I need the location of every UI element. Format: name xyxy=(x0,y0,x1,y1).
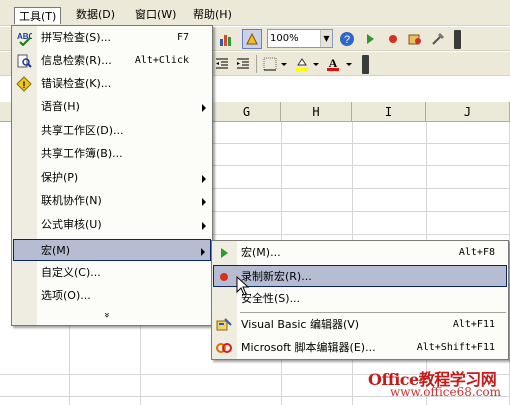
grid-line xyxy=(210,211,510,212)
spell-check-icon: ABC xyxy=(16,30,32,46)
menu-window[interactable]: 窗口(W) xyxy=(131,6,180,23)
chevron-down-icon[interactable] xyxy=(279,54,289,74)
borders-icon[interactable] xyxy=(260,54,280,74)
fill-color-icon[interactable] xyxy=(292,54,312,74)
error-check-icon: ! xyxy=(16,76,32,92)
menu-item-error-check[interactable]: ! 错误检查(K)... xyxy=(13,73,211,95)
watermark-url: www.office68.com xyxy=(390,385,502,399)
chart-icon[interactable] xyxy=(216,29,236,49)
menu-item-options[interactable]: 选项(O)... xyxy=(13,285,211,307)
watermark-logo: Office教程学习网 www.office68.com xyxy=(368,366,508,402)
zoom-select[interactable]: 100% ▼ xyxy=(267,29,333,48)
decrease-indent-icon[interactable] xyxy=(212,54,232,74)
svg-text:!: ! xyxy=(23,80,26,90)
record-icon xyxy=(217,269,233,285)
menu-item-online-collaboration[interactable]: 联机协作(N) xyxy=(13,190,211,212)
submenu-arrow-icon xyxy=(202,198,206,206)
menu-bar: 工具(T) 数据(D) 窗口(W) 帮助(H) xyxy=(0,0,510,26)
record-macro-icon[interactable] xyxy=(383,29,403,49)
column-header[interactable]: G xyxy=(213,102,281,122)
grid-line xyxy=(210,143,510,144)
submenu-arrow-icon xyxy=(201,248,205,256)
tools-icon[interactable] xyxy=(428,29,448,49)
grid-line xyxy=(210,234,510,235)
menu-item-customize[interactable]: 自定义(C)... xyxy=(13,262,211,284)
chevron-down-icon[interactable] xyxy=(311,54,321,74)
help-icon[interactable]: ? xyxy=(337,29,357,49)
menu-item-formula-auditing[interactable]: 公式审核(U) xyxy=(13,214,211,236)
menu-separator xyxy=(240,312,506,313)
menu-item-speech[interactable]: 语音(H) xyxy=(13,96,211,118)
run-icon[interactable] xyxy=(360,29,380,49)
menu-item-macro[interactable]: 宏(M) xyxy=(13,239,211,261)
font-color-icon[interactable]: A xyxy=(323,54,343,74)
security-icon[interactable] xyxy=(405,29,425,49)
increase-indent-icon[interactable] xyxy=(233,54,253,74)
toolbar-separator xyxy=(256,55,257,73)
vb-editor-icon xyxy=(216,317,232,333)
menu-item-protection[interactable]: 保护(P) xyxy=(13,167,211,189)
toolbar-options-icon[interactable] xyxy=(454,30,461,49)
column-header[interactable]: J xyxy=(426,102,510,122)
menu-help[interactable]: 帮助(H) xyxy=(189,6,236,23)
mouse-cursor-icon xyxy=(236,275,250,299)
menu-item-shared-workspace[interactable]: 共享工作区(D)... xyxy=(13,120,211,142)
menu-item-script-editor[interactable]: Microsoft 脚本编辑器(E)... Alt+Shift+F11 xyxy=(213,337,507,359)
macro-submenu: 宏(M)... Alt+F8 录制新宏(R)... 安全性(S)... Visu… xyxy=(211,240,509,360)
menu-item-macros[interactable]: 宏(M)... Alt+F8 xyxy=(213,242,507,264)
grid-line xyxy=(0,396,210,397)
menu-data[interactable]: 数据(D) xyxy=(72,6,119,23)
menu-item-security[interactable]: 安全性(S)... xyxy=(213,288,507,310)
drawing-icon[interactable] xyxy=(242,29,262,49)
menu-item-vb-editor[interactable]: Visual Basic 编辑器(V) Alt+F11 xyxy=(213,314,507,336)
menu-item-research[interactable]: 信息检索(R)... Alt+Click xyxy=(13,50,211,72)
chevron-down-icon[interactable]: ▼ xyxy=(320,30,332,47)
menu-expand-button[interactable]: » xyxy=(13,306,211,324)
grid-line xyxy=(210,188,510,189)
toolbar-options-icon[interactable] xyxy=(362,55,369,74)
column-header[interactable]: H xyxy=(281,102,352,122)
play-macro-icon xyxy=(216,245,232,261)
submenu-arrow-icon xyxy=(202,175,206,183)
menu-item-record-new-macro[interactable]: 录制新宏(R)... xyxy=(213,265,507,287)
submenu-arrow-icon xyxy=(202,222,206,230)
zoom-value: 100% xyxy=(270,33,299,44)
menu-item-share-workbook[interactable]: 共享工作簿(B)... xyxy=(13,143,211,165)
tools-menu: ABC 拼写检查(S)... F7 信息检索(R)... Alt+Click !… xyxy=(11,25,213,326)
submenu-arrow-icon xyxy=(202,104,206,112)
svg-text:?: ? xyxy=(344,34,350,46)
svg-text:A: A xyxy=(329,56,338,70)
chevron-down-icon[interactable] xyxy=(344,54,354,74)
chevron-expand-icon: » xyxy=(101,311,113,319)
script-editor-icon xyxy=(216,340,232,356)
grid-line xyxy=(210,165,510,166)
research-icon xyxy=(16,53,32,69)
menu-item-spell-check[interactable]: ABC 拼写检查(S)... F7 xyxy=(13,27,211,49)
menu-tools[interactable]: 工具(T) xyxy=(14,7,62,24)
column-header[interactable]: I xyxy=(352,102,426,122)
grid-line xyxy=(0,374,210,375)
